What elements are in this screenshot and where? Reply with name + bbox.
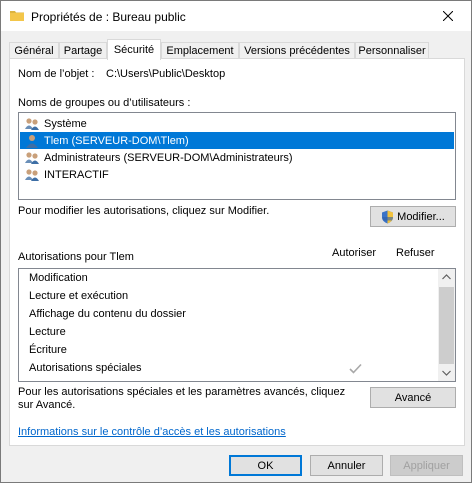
tab-label: Général bbox=[14, 45, 54, 57]
tab-label: Emplacement bbox=[166, 45, 234, 57]
permissions-listbox[interactable]: Modification Lecture et exécution Affich… bbox=[18, 268, 456, 382]
tab-label: Sécurité bbox=[113, 44, 155, 56]
cancel-button[interactable]: Annuler bbox=[310, 455, 383, 476]
modify-hint: Pour modifier les autorisations, cliquez… bbox=[18, 205, 270, 217]
info-link[interactable]: Informations sur le contrôle d’accès et … bbox=[18, 426, 286, 438]
advanced-button[interactable]: Avancé bbox=[370, 387, 456, 408]
allow-check-icon bbox=[349, 363, 362, 374]
title-bar[interactable]: Propriétés de : Bureau public bbox=[1, 1, 471, 31]
close-button[interactable] bbox=[425, 1, 471, 31]
security-tab-panel: Nom de l’objet : C:\Users\Public\Desktop… bbox=[9, 58, 465, 446]
scroll-down-icon[interactable] bbox=[442, 370, 451, 376]
user-icon bbox=[26, 134, 38, 148]
tab-general[interactable]: Général bbox=[9, 42, 59, 59]
allow-header: Autoriser bbox=[332, 247, 377, 259]
list-item-tlem[interactable]: Tlem (SERVEUR-DOM\Tlem) bbox=[20, 132, 454, 149]
group-icon bbox=[25, 151, 39, 164]
permissions-label: Autorisations pour Tlem bbox=[18, 251, 134, 263]
ok-button-label: OK bbox=[257, 459, 274, 472]
permission-row-ecriture: Écriture bbox=[29, 341, 67, 359]
deny-header: Refuser bbox=[396, 247, 435, 259]
list-item-systeme[interactable]: Système bbox=[20, 115, 454, 132]
folder-icon bbox=[10, 11, 24, 21]
list-item-interactif[interactable]: INTERACTIF bbox=[20, 166, 454, 183]
close-icon bbox=[443, 11, 453, 21]
list-item-label: Tlem (SERVEUR-DOM\Tlem) bbox=[44, 134, 189, 147]
properties-window: Propriétés de : Bureau public Général Pa… bbox=[0, 0, 472, 483]
permission-row-lecture-execution: Lecture et exécution bbox=[29, 287, 128, 305]
tab-partage[interactable]: Partage bbox=[59, 42, 107, 59]
permission-row-lecture: Lecture bbox=[29, 323, 66, 341]
tab-emplacement[interactable]: Emplacement bbox=[161, 42, 239, 59]
groups-listbox[interactable]: Système Tlem (SERVEUR-DOM\Tlem) Administ… bbox=[18, 112, 456, 200]
shield-icon bbox=[382, 210, 394, 223]
scroll-up-icon[interactable] bbox=[442, 274, 451, 280]
permission-label: Modification bbox=[29, 272, 88, 284]
permission-row-autorisations-speciales: Autorisations spéciales bbox=[29, 359, 142, 377]
tab-label: Personnaliser bbox=[358, 45, 426, 57]
group-icon bbox=[25, 168, 39, 181]
list-item-label: INTERACTIF bbox=[44, 168, 109, 181]
list-item-label: Système bbox=[44, 117, 87, 130]
permission-label: Lecture et exécution bbox=[29, 290, 129, 302]
permissions-scrollbar[interactable] bbox=[438, 269, 455, 381]
apply-button[interactable]: Appliquer bbox=[390, 455, 463, 476]
scrollbar-thumb[interactable] bbox=[439, 287, 454, 364]
permission-label: Écriture bbox=[29, 344, 67, 356]
modify-button-label: Modifier... bbox=[397, 210, 445, 223]
groups-label: Noms de groupes ou d’utilisateurs : bbox=[18, 97, 191, 109]
permission-row-modification: Modification bbox=[29, 269, 88, 287]
group-icon bbox=[25, 117, 39, 130]
window-title: Propriétés de : Bureau public bbox=[31, 10, 186, 24]
ok-button[interactable]: OK bbox=[229, 455, 302, 476]
tab-strip: Général Partage Sécurité Emplacement Ver… bbox=[9, 39, 465, 60]
advanced-hint: Pour les autorisations spéciales et les … bbox=[18, 386, 346, 411]
tab-versions-precedentes[interactable]: Versions précédentes bbox=[239, 42, 355, 59]
list-item-label: Administrateurs (SERVEUR-DOM\Administrat… bbox=[44, 151, 293, 164]
tab-label: Versions précédentes bbox=[244, 45, 350, 57]
list-item-administrateurs[interactable]: Administrateurs (SERVEUR-DOM\Administrat… bbox=[20, 149, 454, 166]
apply-button-label: Appliquer bbox=[403, 459, 450, 472]
cancel-button-label: Annuler bbox=[327, 459, 366, 472]
object-name-value: C:\Users\Public\Desktop bbox=[106, 68, 226, 80]
permission-label: Affichage du contenu du dossier bbox=[29, 308, 186, 320]
advanced-button-label: Avancé bbox=[394, 391, 432, 404]
tab-securite[interactable]: Sécurité bbox=[107, 39, 161, 60]
modify-button[interactable]: Modifier... bbox=[370, 206, 456, 227]
object-name-label: Nom de l’objet : bbox=[18, 68, 95, 80]
permission-label: Autorisations spéciales bbox=[29, 362, 142, 374]
permission-label: Lecture bbox=[29, 326, 66, 338]
tab-label: Partage bbox=[63, 45, 103, 57]
permission-row-affichage-contenu: Affichage du contenu du dossier bbox=[29, 305, 186, 323]
tab-personnaliser[interactable]: Personnaliser bbox=[355, 42, 429, 59]
